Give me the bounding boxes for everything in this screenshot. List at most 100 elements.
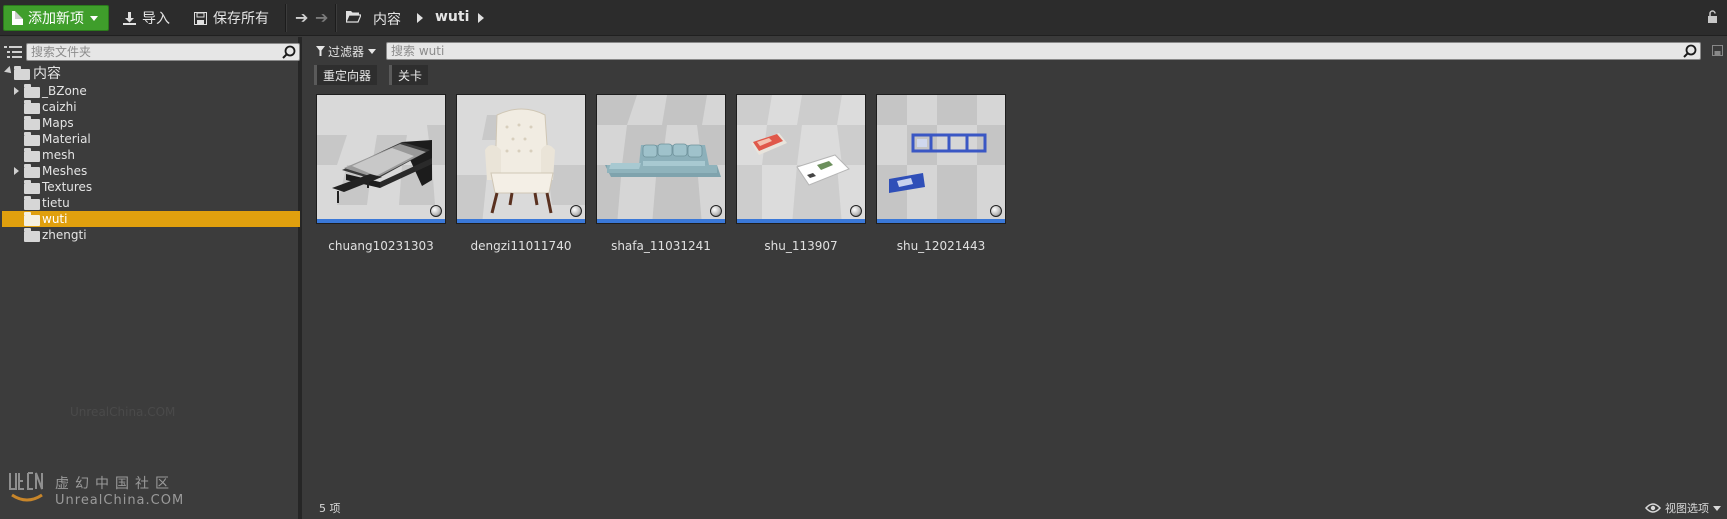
collapsed-arrow-icon[interactable]: [14, 87, 19, 95]
top-toolbar: 添加新项 导入 保存所有 ➔ ➔ 内容 wuti: [0, 0, 1727, 36]
view-options-button[interactable]: 视图选项: [1645, 500, 1721, 516]
asset-name: shafa_11031241: [611, 239, 711, 253]
static-mesh-sphere-icon: [430, 205, 442, 217]
filter-chip-redirectors[interactable]: 重定向器: [314, 65, 378, 85]
search-icon[interactable]: [1683, 44, 1697, 58]
tree-item-material[interactable]: Material: [0, 131, 298, 147]
tree-item-maps[interactable]: Maps: [0, 115, 298, 131]
breadcrumb-wuti[interactable]: wuti: [435, 9, 469, 25]
search-icon[interactable]: [282, 45, 296, 59]
bed-thumbnail[interactable]: [316, 94, 446, 224]
asset-type-bar: [737, 219, 865, 223]
tree-item-label: tietu: [42, 196, 70, 210]
tree-item-label: 内容: [33, 66, 61, 82]
save-all-button[interactable]: 保存所有: [194, 6, 269, 30]
lock-icon[interactable]: [1707, 10, 1719, 24]
add-new-label: 添加新项: [28, 11, 84, 27]
folder-search-input[interactable]: [27, 44, 299, 60]
folder-icon: [24, 227, 40, 242]
uecn-logo-icon: [9, 472, 43, 502]
folder-icon: [24, 83, 40, 98]
asset-tile[interactable]: chuang10231303: [316, 94, 446, 253]
asset-name: shu_113907: [764, 239, 838, 253]
breadcrumb-separator-icon[interactable]: [417, 13, 423, 23]
filter-icon: [316, 46, 325, 56]
asset-type-bar: [877, 219, 1005, 223]
asset-tile[interactable]: shu_113907: [736, 94, 866, 253]
asset-name: chuang10231303: [328, 239, 434, 253]
tree-item-label: zhengti: [42, 228, 87, 242]
item-count: 5 项: [319, 502, 341, 515]
tree-item-meshes[interactable]: Meshes: [0, 163, 298, 179]
folder-icon: [24, 147, 40, 162]
import-button[interactable]: 导入: [123, 6, 170, 30]
static-mesh-sphere-icon: [990, 205, 1002, 217]
save-search-icon[interactable]: [1712, 45, 1723, 56]
tree-item-label: _BZone: [42, 84, 87, 98]
static-mesh-sphere-icon: [850, 205, 862, 217]
asset-tile[interactable]: dengzi11011740: [456, 94, 586, 253]
save-icon: [194, 11, 207, 25]
sofa-thumbnail[interactable]: [596, 94, 726, 224]
tree-item-label: Maps: [42, 116, 74, 130]
asset-tile[interactable]: shu_12021443: [876, 94, 1006, 253]
watermark-english-text: UnrealChina.COM: [55, 493, 185, 508]
chevron-down-icon: [1713, 505, 1721, 511]
folder-icon: [24, 99, 40, 114]
books-thumbnail[interactable]: [736, 94, 866, 224]
eye-icon: [1645, 503, 1661, 513]
add-new-button[interactable]: 添加新项: [3, 5, 109, 31]
forward-arrow-icon[interactable]: ➔: [315, 10, 328, 26]
folder-icon: [24, 195, 40, 210]
new-document-icon: [12, 11, 23, 25]
folder-icon: [24, 211, 40, 226]
toolbar-divider: [285, 4, 287, 32]
tree-item-mesh[interactable]: mesh: [0, 147, 298, 163]
armchair-thumbnail[interactable]: [456, 94, 586, 224]
tree-view-toggle-icon[interactable]: [4, 45, 22, 59]
chevron-down-icon: [90, 15, 98, 21]
folder-tree: 内容 _BZone caizhi Maps Material mesh Mesh…: [0, 63, 300, 243]
tree-item-label: Textures: [42, 180, 93, 194]
shelf-thumbnail[interactable]: [876, 94, 1006, 224]
toolbar-divider: [335, 4, 337, 32]
watermark-chinese-text: 虚幻中国社区: [55, 476, 175, 492]
collapsed-arrow-icon[interactable]: [14, 167, 19, 175]
watermark-logo: 虚幻中国社区 UnrealChina.COM: [8, 471, 208, 517]
tree-item-caizhi[interactable]: caizhi: [0, 99, 298, 115]
asset-grid: chuang10231303 dengzi11011740 shafa_1103…: [316, 94, 1016, 253]
tree-item-tietu[interactable]: tietu: [0, 195, 298, 211]
asset-type-bar: [597, 219, 725, 223]
breadcrumb-content[interactable]: 内容: [373, 9, 401, 29]
sources-panel: 内容 _BZone caizhi Maps Material mesh Mesh…: [0, 37, 302, 519]
asset-type-bar: [457, 219, 585, 223]
folder-open-icon[interactable]: [346, 10, 361, 23]
download-icon: [123, 11, 136, 25]
tree-item-zhengti[interactable]: zhengti: [0, 227, 298, 243]
expand-arrow-icon[interactable]: [4, 66, 14, 76]
folder-icon: [24, 131, 40, 146]
back-arrow-icon[interactable]: ➔: [295, 10, 308, 26]
filters-button[interactable]: 过滤器: [316, 42, 377, 60]
breadcrumb-separator-icon[interactable]: [478, 13, 484, 23]
asset-type-bar: [317, 219, 445, 223]
tree-item-textures[interactable]: Textures: [0, 179, 298, 195]
tree-root-content[interactable]: 内容: [0, 63, 298, 83]
static-mesh-sphere-icon: [710, 205, 722, 217]
asset-name: dengzi11011740: [470, 239, 572, 253]
folder-icon: [14, 66, 30, 80]
tree-item-wuti[interactable]: wuti: [2, 211, 300, 227]
tree-item-label: Meshes: [42, 164, 88, 178]
folder-icon: [24, 163, 40, 178]
asset-search-input[interactable]: [387, 43, 1700, 59]
import-label: 导入: [142, 11, 170, 27]
tree-item-bzone[interactable]: _BZone: [0, 83, 298, 99]
filters-label: 过滤器: [328, 44, 365, 59]
folder-search-box[interactable]: [26, 43, 300, 61]
asset-tile[interactable]: shafa_11031241: [596, 94, 726, 253]
filter-chip-levels[interactable]: 关卡: [389, 65, 429, 85]
tree-item-label: Material: [42, 132, 91, 146]
asset-search-box[interactable]: [386, 42, 1701, 60]
folder-icon: [24, 115, 40, 130]
tree-item-label: mesh: [42, 148, 75, 162]
